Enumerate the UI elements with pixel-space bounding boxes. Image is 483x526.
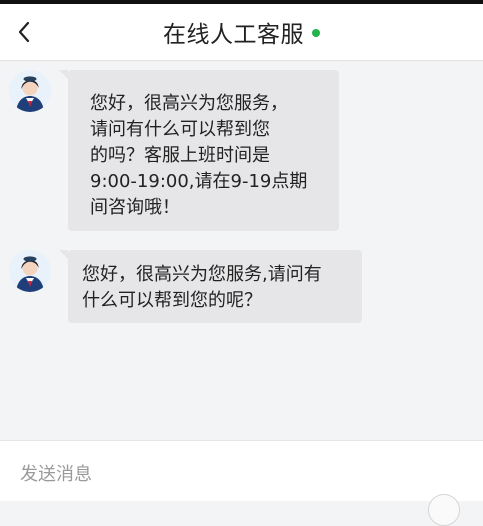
message-bubble: 您好，很高兴为您服务,请问有 什么可以帮到您的呢？ <box>59 250 362 323</box>
message-bubble: 您好，很高兴为您服务， 请问有什么可以帮到您 的吗？客服上班时间是 9:00-1… <box>59 70 339 231</box>
agent-avatar[interactable] <box>9 250 51 292</box>
title-group: 在线人工客服 <box>0 4 483 60</box>
agent-avatar-image <box>9 70 51 112</box>
agent-avatar[interactable] <box>9 70 51 112</box>
message-input[interactable] <box>20 459 400 489</box>
chat-header: 在线人工客服 <box>0 4 483 61</box>
agent-avatar-image <box>9 250 51 292</box>
emoji-icon[interactable] <box>428 494 460 526</box>
online-status-dot <box>312 29 320 37</box>
message-composer <box>0 440 483 501</box>
page-title: 在线人工客服 <box>163 22 304 48</box>
